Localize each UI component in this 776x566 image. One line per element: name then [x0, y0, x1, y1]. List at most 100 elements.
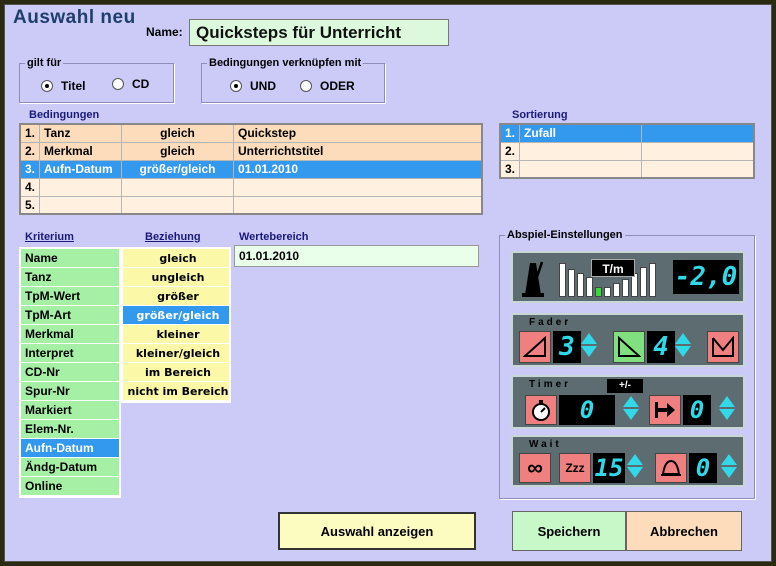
criterion-item[interactable]: Markiert [21, 401, 119, 420]
condition-row[interactable]: 2. Merkmal gleich Unterrichtstitel [19, 141, 483, 161]
show-selection-button[interactable]: Auswahl anzeigen [278, 512, 476, 550]
condition-number[interactable]: 3. [19, 159, 41, 179]
condition-row[interactable]: 5. [19, 195, 483, 215]
sort-extra-cell[interactable] [641, 141, 755, 161]
sort-row[interactable]: 3. [499, 159, 755, 179]
sort-value[interactable] [519, 141, 643, 161]
condition-value[interactable]: Quickstep [233, 123, 483, 143]
sort-row[interactable]: 1. Zufall [499, 123, 755, 143]
criterion-item[interactable]: Aufn-Datum [21, 439, 119, 458]
cancel-button[interactable]: Abbrechen [626, 511, 742, 551]
relation-item[interactable]: größer [123, 287, 229, 306]
condition-field[interactable]: Aufn-Datum [39, 159, 123, 179]
sleep-spinner[interactable] [627, 454, 644, 478]
condition-field[interactable] [39, 177, 123, 197]
criterion-item[interactable]: Name [21, 249, 119, 268]
criterion-item[interactable]: Online [21, 477, 119, 496]
fade-in-button[interactable] [519, 331, 551, 363]
relation-item[interactable]: gleich [123, 249, 229, 268]
sort-value[interactable] [519, 159, 643, 179]
infinity-button[interactable]: ∞ [519, 453, 551, 483]
criterion-item[interactable]: Spur-Nr [21, 382, 119, 401]
condition-value[interactable]: 01.01.2010 [233, 159, 483, 179]
fade-in-down-icon[interactable] [581, 346, 597, 357]
condition-row[interactable]: 1. Tanz gleich Quickstep [19, 123, 483, 143]
radio-cd-dot[interactable] [112, 78, 124, 90]
condition-field[interactable] [39, 195, 123, 215]
timer-start-spinner[interactable] [623, 396, 640, 420]
name-field[interactable]: Quicksteps für Unterricht [189, 19, 449, 46]
radio-und-dot[interactable] [230, 80, 242, 92]
sort-value[interactable]: Zufall [519, 123, 643, 143]
relation-item[interactable]: größer/gleich [123, 306, 229, 325]
fade-in-up-icon[interactable] [581, 333, 597, 344]
radio-titel-dot[interactable] [41, 80, 53, 92]
sort-number[interactable]: 3. [499, 159, 521, 179]
metronome-icon[interactable] [519, 259, 547, 297]
condition-operator[interactable]: gleich [121, 141, 235, 161]
conditions-label: Bedingungen [29, 109, 100, 121]
condition-value[interactable] [233, 177, 483, 197]
fade-in-spinner[interactable] [581, 333, 598, 357]
radio-cd[interactable]: CD [112, 77, 149, 91]
condition-field[interactable]: Tanz [39, 123, 123, 143]
crossfade-button[interactable] [707, 331, 739, 363]
timer-start-down-icon[interactable] [623, 409, 639, 420]
bell-spinner[interactable] [721, 454, 738, 478]
condition-operator[interactable]: gleich [121, 123, 235, 143]
condition-number[interactable]: 4. [19, 177, 41, 197]
condition-number[interactable]: 2. [19, 141, 41, 161]
sort-extra-cell[interactable] [641, 159, 755, 179]
condition-number[interactable]: 5. [19, 195, 41, 215]
relation-item[interactable]: kleiner [123, 325, 229, 344]
condition-number[interactable]: 1. [19, 123, 41, 143]
sleep-down-icon[interactable] [627, 467, 643, 478]
value-range-field[interactable]: 01.01.2010 [234, 245, 479, 267]
bell-down-icon[interactable] [721, 467, 737, 478]
condition-operator[interactable] [121, 177, 235, 197]
bell-button[interactable] [655, 453, 687, 483]
criterion-item[interactable]: Merkmal [21, 325, 119, 344]
timer-stop-down-icon[interactable] [719, 409, 735, 420]
timer-end-button[interactable] [649, 395, 681, 425]
save-button[interactable]: Speichern [512, 511, 626, 551]
timer-start-up-icon[interactable] [623, 396, 639, 407]
condition-operator[interactable]: größer/gleich [121, 159, 235, 179]
relation-item[interactable]: kleiner/gleich [123, 344, 229, 363]
sleep-button[interactable]: Zzz [559, 453, 591, 483]
relation-item[interactable]: nicht im Bereich [123, 382, 229, 401]
sort-extra-cell[interactable] [641, 123, 755, 143]
condition-value[interactable]: Unterrichtstitel [233, 141, 483, 161]
criterion-item[interactable]: Ändg-Datum [21, 458, 119, 477]
condition-row[interactable]: 3. Aufn-Datum größer/gleich 01.01.2010 [19, 159, 483, 179]
criterion-item[interactable]: Tanz [21, 268, 119, 287]
radio-und[interactable]: UND [230, 79, 276, 93]
sort-number[interactable]: 2. [499, 141, 521, 161]
radio-oder[interactable]: ODER [300, 79, 355, 93]
radio-oder-dot[interactable] [300, 80, 312, 92]
timer-plusminus[interactable]: +/- [607, 379, 643, 393]
sort-row[interactable]: 2. [499, 141, 755, 161]
condition-field[interactable]: Merkmal [39, 141, 123, 161]
fade-out-up-icon[interactable] [675, 333, 691, 344]
condition-row[interactable]: 4. [19, 177, 483, 197]
fade-out-spinner[interactable] [675, 333, 692, 357]
sleep-up-icon[interactable] [627, 454, 643, 465]
criterion-item[interactable]: Interpret [21, 344, 119, 363]
fade-out-down-icon[interactable] [675, 346, 691, 357]
criterion-item[interactable]: TpM-Wert [21, 287, 119, 306]
condition-operator[interactable] [121, 195, 235, 215]
fade-out-button[interactable] [613, 331, 645, 363]
relation-item[interactable]: ungleich [123, 268, 229, 287]
bell-up-icon[interactable] [721, 454, 737, 465]
radio-titel[interactable]: Titel [41, 79, 85, 93]
relation-item[interactable]: im Bereich [123, 363, 229, 382]
criterion-item[interactable]: TpM-Art [21, 306, 119, 325]
criterion-item[interactable]: Elem-Nr. [21, 420, 119, 439]
condition-value[interactable] [233, 195, 483, 215]
criterion-item[interactable]: CD-Nr [21, 363, 119, 382]
timer-stop-spinner[interactable] [719, 396, 736, 420]
sort-number[interactable]: 1. [499, 123, 521, 143]
timer-stop-up-icon[interactable] [719, 396, 735, 407]
stopwatch-button[interactable] [525, 395, 557, 425]
